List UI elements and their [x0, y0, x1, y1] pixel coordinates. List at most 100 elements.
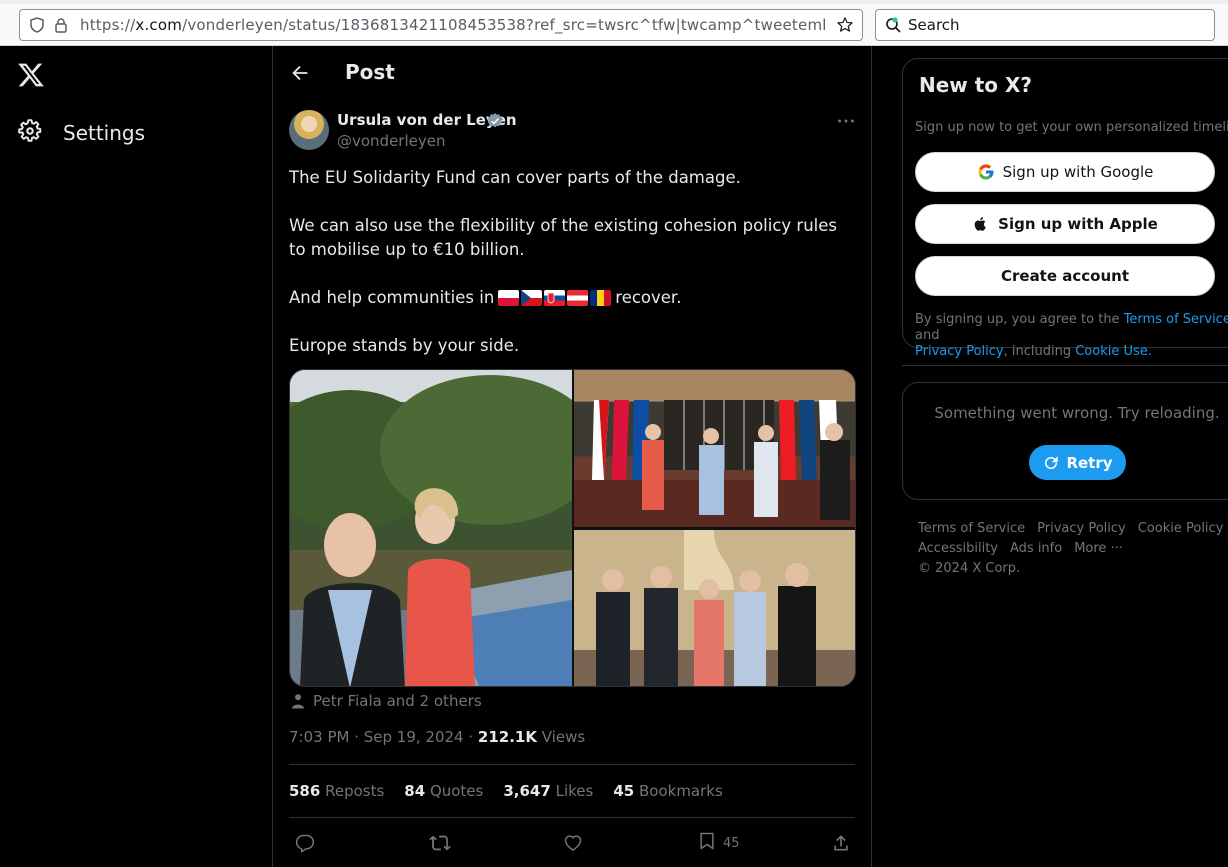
views-label: Views [541, 728, 586, 746]
search-placeholder: Search [908, 16, 960, 34]
bookmarks-label: Bookmarks [638, 782, 723, 800]
gear-icon [17, 118, 43, 148]
likes-label: Likes [555, 782, 594, 800]
refresh-icon [1042, 454, 1060, 472]
google-icon [977, 163, 995, 181]
signup-legal-text: By signing up, you agree to the Terms of… [915, 312, 1228, 360]
terms-link[interactable]: Terms of Service [1124, 312, 1228, 327]
post-text-fragment: And help communities in [289, 288, 495, 307]
action-bar: 45 [289, 832, 855, 856]
post-text-line: The EU Solidarity Fund can cover parts o… [289, 168, 741, 187]
back-arrow-icon[interactable] [289, 62, 311, 84]
flag-emoji-group [498, 290, 612, 306]
left-sidebar: Settings [0, 46, 273, 867]
like-heart-icon[interactable] [563, 832, 583, 854]
tagged-people-text: Petr Fiala and 2 others [313, 692, 482, 710]
retry-button[interactable]: Retry [1029, 445, 1126, 480]
footer-terms-link[interactable]: Terms of Service [918, 519, 1025, 539]
bookmark-button[interactable]: 45 [697, 832, 740, 854]
bookmark-icon [697, 831, 717, 855]
post-text-fragment: recover. [615, 288, 682, 307]
retry-label: Retry [1066, 453, 1113, 472]
post-text-line: Europe stands by your side. [289, 336, 520, 355]
czechia-flag-icon [521, 290, 543, 306]
romania-flag-icon [590, 290, 612, 306]
legal-text: and [915, 328, 940, 343]
views-count: 212.1K [477, 728, 537, 746]
footer-links: Terms of Service Privacy Policy Cookie Pol… [918, 519, 1228, 579]
reply-icon[interactable] [295, 832, 315, 854]
bookmarks-count: 45 [613, 782, 635, 800]
post-media-grid [289, 369, 856, 687]
engagement-stats: 586 Reposts 84 Quotes 3,647 Likes 45 Boo… [289, 782, 723, 800]
url-text[interactable]: https://x.com/vonderleyen/status/1836813… [80, 16, 825, 34]
footer-more-link[interactable]: More ··· [1074, 539, 1123, 559]
url-path: /vonderleyen/status/1836813421108453538?… [182, 16, 825, 34]
signup-apple-label: Sign up with Apple [998, 215, 1158, 233]
shield-icon[interactable] [26, 14, 48, 36]
reposts-label: Reposts [325, 782, 385, 800]
signup-title: New to X? [919, 73, 1033, 97]
repost-icon[interactable] [429, 832, 451, 854]
footer-cookie-link[interactable]: Cookie Policy [1138, 519, 1224, 539]
error-card: Something went wrong. Try reloading. Ret… [902, 382, 1228, 500]
footer-privacy-link[interactable]: Privacy Policy [1037, 519, 1126, 539]
reposts-count: 586 [289, 782, 321, 800]
tagged-people[interactable]: Petr Fiala and 2 others [289, 692, 482, 710]
legal-text: By signing up, you agree to the [915, 312, 1120, 327]
error-message: Something went wrong. Try reloading. [934, 404, 1220, 422]
likes-stat[interactable]: 3,647 Likes [503, 782, 593, 800]
cookie-use-link[interactable]: Cookie Use. [1075, 344, 1152, 359]
post-metadata: 7:03 PM · Sep 19, 2024 · 212.1K Views [289, 728, 585, 746]
footer-ads-link[interactable]: Ads info [1010, 539, 1062, 559]
signup-card: New to X? Sign up now to get your own pe… [902, 58, 1228, 359]
right-sidebar: New to X? Sign up now to get your own pe… [872, 46, 1228, 867]
bookmark-count: 45 [723, 835, 740, 851]
lock-icon[interactable] [50, 14, 72, 36]
quotes-stat[interactable]: 84 Quotes [404, 782, 483, 800]
post-photo-press-conference[interactable] [574, 370, 855, 527]
likes-count: 3,647 [503, 782, 551, 800]
person-icon [289, 692, 307, 710]
post-column: Post Ursula von der Leyen @vonderleyen T… [272, 46, 872, 867]
apple-icon [972, 215, 990, 233]
search-engine-icon [884, 16, 902, 34]
divider [902, 365, 1228, 366]
settings-label: Settings [63, 121, 146, 145]
poland-flag-icon [498, 290, 520, 306]
divider [289, 764, 855, 765]
reposts-stat[interactable]: 586 Reposts [289, 782, 384, 800]
author-handle[interactable]: @vonderleyen [337, 132, 446, 150]
quotes-label: Quotes [429, 782, 484, 800]
quotes-count: 84 [404, 782, 426, 800]
post-photo-flood-visit[interactable] [290, 370, 572, 686]
x-logo-icon[interactable] [17, 61, 45, 89]
url-scheme: https:// [80, 16, 136, 34]
legal-text: , including [1003, 344, 1072, 359]
tab-strip-edge [0, 0, 1228, 4]
nav-settings[interactable]: Settings [17, 118, 145, 148]
divider [289, 817, 855, 818]
bookmarks-stat[interactable]: 45 Bookmarks [613, 782, 722, 800]
post-photo-group-portrait[interactable] [574, 530, 855, 686]
browser-toolbar: https://x.com/vonderleyen/status/1836813… [0, 0, 1228, 46]
url-domain: x.com [135, 16, 183, 34]
address-bar[interactable]: https://x.com/vonderleyen/status/1836813… [19, 9, 863, 41]
post-text-line: And help communities in recover. [289, 286, 855, 310]
signup-google-button[interactable]: Sign up with Google [915, 152, 1215, 192]
create-account-button[interactable]: Create account [915, 256, 1215, 296]
browser-search-bar[interactable]: Search [875, 9, 1215, 41]
footer-copyright: © 2024 X Corp. [918, 561, 1021, 576]
signup-subtitle: Sign up now to get your own personalized… [915, 120, 1228, 135]
avatar[interactable] [289, 110, 329, 150]
post-timestamp[interactable]: 7:03 PM · Sep 19, 2024 · [289, 728, 473, 746]
signup-apple-button[interactable]: Sign up with Apple [915, 204, 1215, 244]
bookmark-star-icon[interactable] [834, 14, 856, 36]
austria-flag-icon [567, 290, 589, 306]
more-options-icon[interactable] [835, 110, 857, 132]
footer-accessibility-link[interactable]: Accessibility [918, 539, 998, 559]
privacy-link[interactable]: Privacy Policy [915, 344, 1004, 359]
share-icon[interactable] [831, 832, 851, 854]
create-account-label: Create account [1000, 267, 1129, 285]
post-text-line: We can also use the flexibility of the e… [289, 216, 837, 259]
